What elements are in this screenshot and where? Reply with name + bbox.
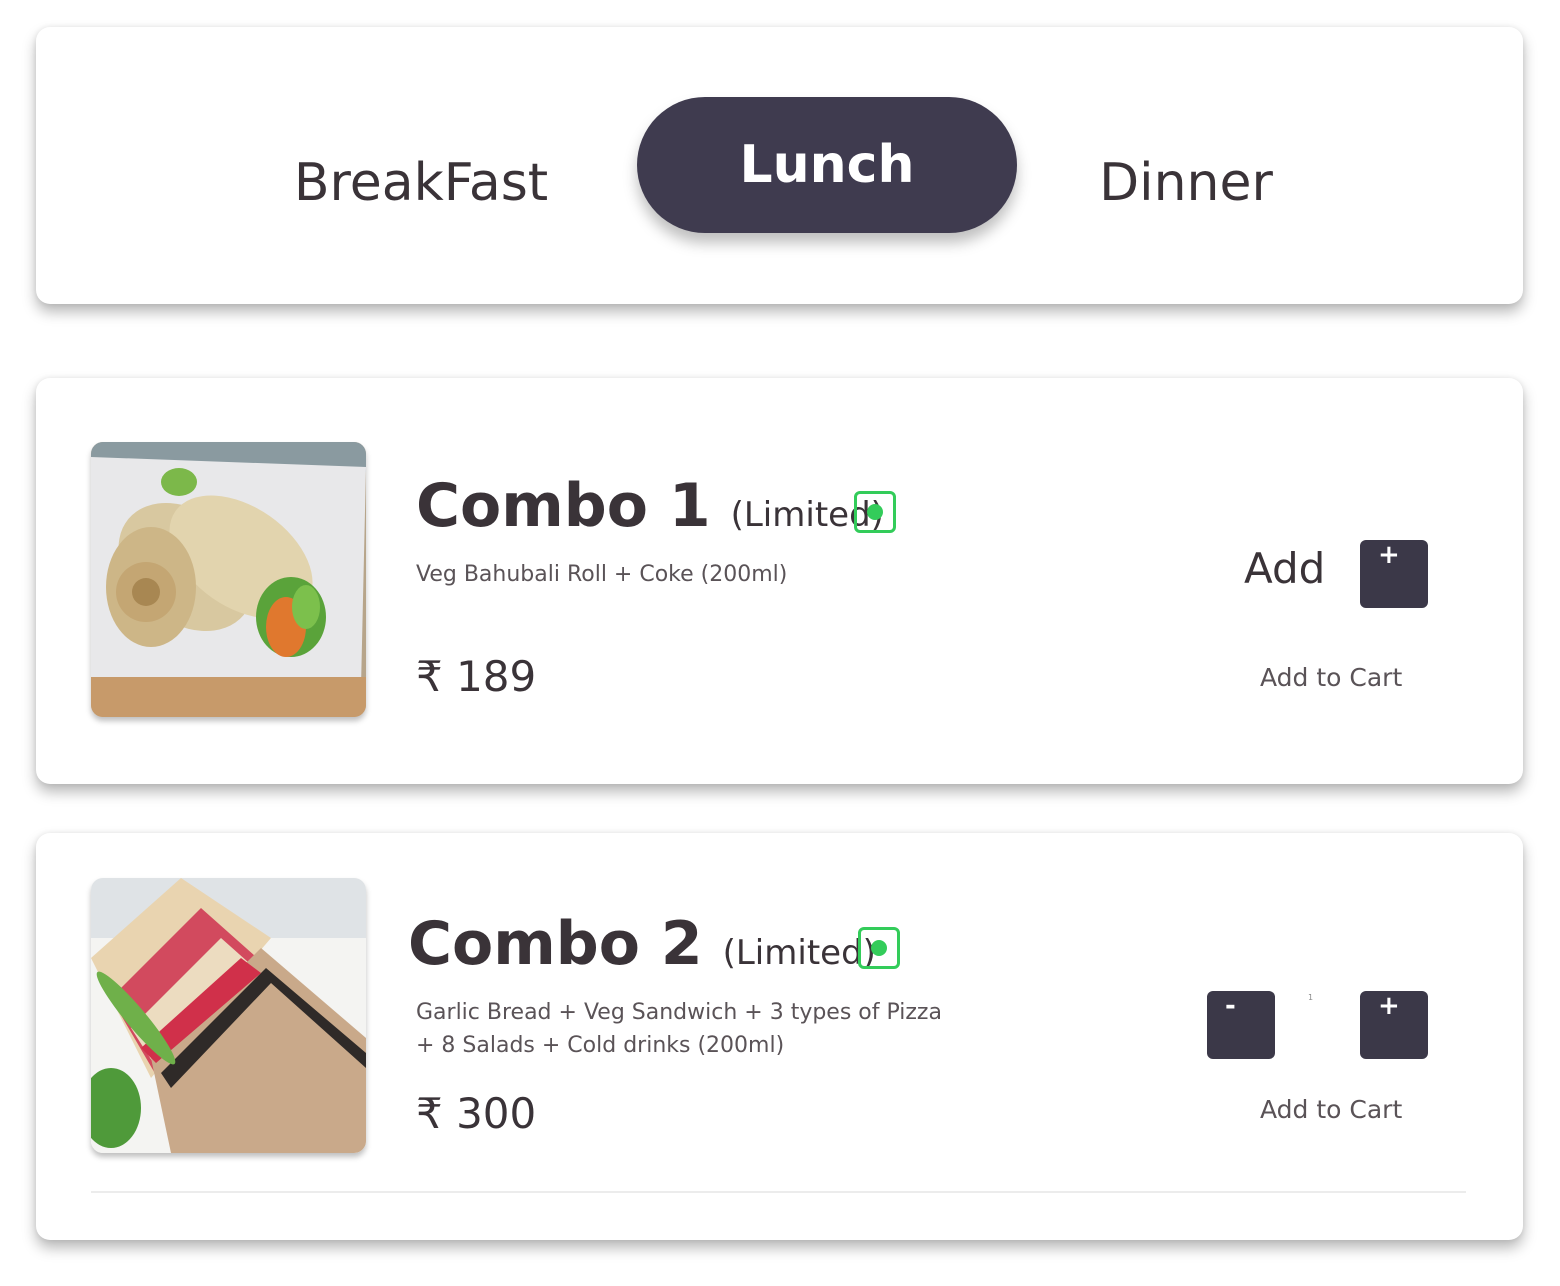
description-line: + 8 Salads + Cold drinks (200ml) [416,1033,785,1058]
add-to-cart-button[interactable]: Add to Cart [1260,663,1402,692]
menu-item-card: Combo 1 (Limited) Veg Bahubali Roll + Co… [36,378,1523,784]
quantity-value: 1 [1308,993,1314,1002]
increment-button[interactable]: + [1360,991,1428,1059]
menu-item-card: Combo 2 (Limited) Garlic Bread + Veg San… [36,833,1523,1240]
tab-lunch[interactable]: Lunch [637,97,1017,233]
limited-badge: (Limited) [722,933,876,973]
meal-tabs-card: BreakFast Lunch Dinner [36,27,1523,304]
add-to-cart-button[interactable]: Add to Cart [1260,1095,1402,1124]
minus-icon: - [1225,991,1236,1021]
divider [91,1191,1466,1193]
item-description: Veg Bahubali Roll + Coke (200ml) [416,562,788,587]
veg-indicator-icon [854,491,896,533]
combo-1-image [91,442,366,717]
veg-indicator-icon [858,927,900,969]
tab-dinner[interactable]: Dinner [1081,115,1291,251]
add-label: Add [1244,544,1326,593]
tab-breakfast[interactable]: BreakFast [276,115,566,251]
increment-button[interactable]: + [1360,540,1428,608]
combo-2-image [91,878,366,1153]
item-price: ₹ 300 [416,1089,537,1138]
item-price: ₹ 189 [416,652,537,701]
item-title: Combo 2 [408,909,703,979]
item-title: Combo 1 [416,471,711,541]
decrement-button[interactable]: - [1207,991,1275,1059]
plus-icon: + [1378,540,1400,570]
item-title-row: Combo 1 (Limited) [416,471,884,541]
plus-icon: + [1378,991,1400,1021]
item-title-row: Combo 2 (Limited) [408,909,876,979]
description-line: Garlic Bread + Veg Sandwich + 3 types of… [416,1000,942,1025]
item-description: Garlic Bread + Veg Sandwich + 3 types of… [416,996,942,1062]
